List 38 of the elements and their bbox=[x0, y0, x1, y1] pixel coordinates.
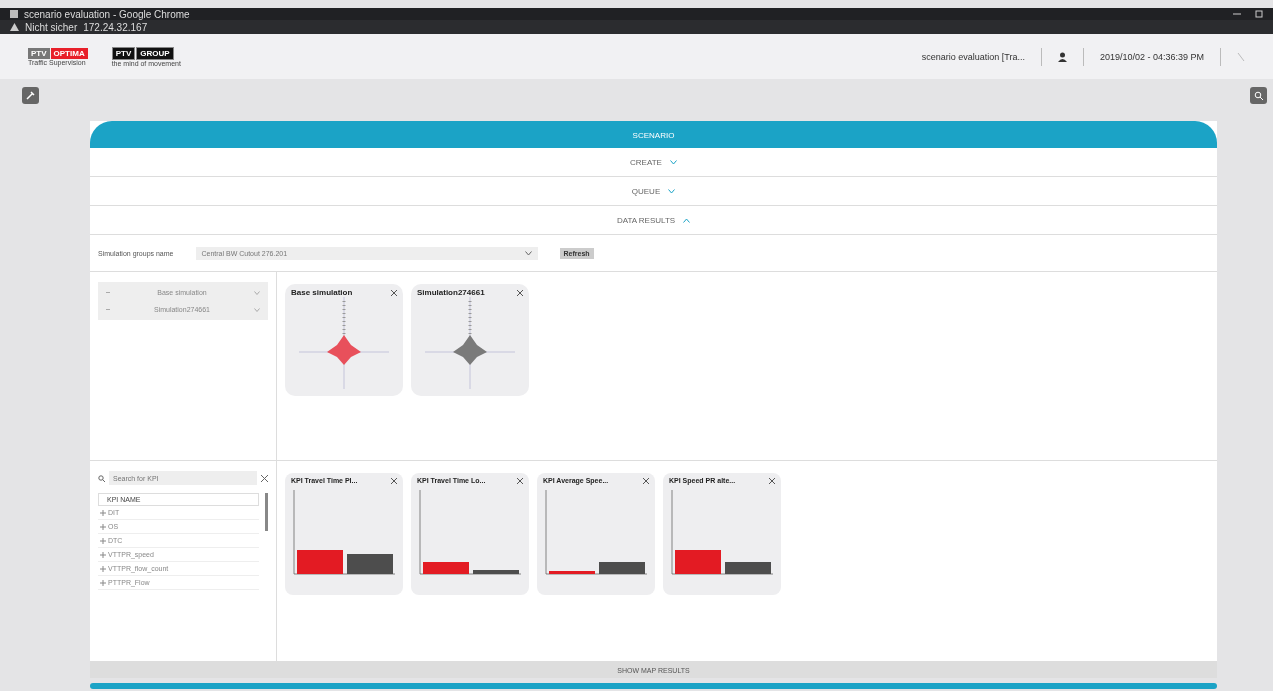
plus-icon[interactable] bbox=[100, 537, 106, 544]
plus-icon[interactable] bbox=[100, 509, 106, 516]
security-label[interactable]: Nicht sicher bbox=[25, 21, 78, 33]
company-logo: PTV OPTIMA bbox=[28, 47, 88, 59]
chevron-down-icon[interactable] bbox=[668, 188, 676, 194]
page-name: scenario evaluation [Tra... bbox=[921, 51, 1025, 62]
scrollbar[interactable] bbox=[265, 493, 268, 531]
warning-icon bbox=[10, 23, 19, 31]
wrench-button[interactable] bbox=[22, 87, 39, 104]
user-icon[interactable] bbox=[1057, 51, 1067, 62]
panel-header: SCENARIO bbox=[90, 121, 1217, 148]
chevron-down-icon[interactable] bbox=[524, 250, 532, 256]
plus-icon[interactable] bbox=[100, 551, 106, 558]
chevron-down-icon[interactable] bbox=[669, 159, 677, 165]
plus-icon[interactable] bbox=[100, 579, 106, 586]
company-logo: PTV GROUP bbox=[111, 46, 174, 60]
plus-icon[interactable] bbox=[100, 523, 106, 530]
card-title: Base simulation bbox=[291, 288, 353, 297]
minimize-icon[interactable] bbox=[1233, 10, 1241, 18]
zoom-button[interactable] bbox=[1250, 87, 1267, 104]
search-icon bbox=[98, 474, 105, 482]
close-icon[interactable] bbox=[769, 477, 775, 484]
window-title: scenario evaluation - Google Chrome bbox=[24, 8, 190, 20]
restore-icon[interactable] bbox=[1255, 10, 1263, 18]
date-time: 2019/10/02 - 04:36:39 PM bbox=[1099, 51, 1204, 62]
close-icon[interactable] bbox=[391, 289, 397, 296]
close-icon[interactable] bbox=[517, 289, 523, 296]
plus-icon[interactable] bbox=[100, 565, 106, 572]
close-icon[interactable] bbox=[391, 477, 397, 484]
chevron-up-icon[interactable] bbox=[683, 217, 691, 223]
search-icon[interactable] bbox=[1254, 91, 1263, 100]
clear-icon[interactable] bbox=[261, 474, 268, 482]
close-icon[interactable] bbox=[517, 477, 523, 484]
card-title: Simulation274661 bbox=[417, 288, 485, 297]
close-icon[interactable] bbox=[643, 477, 649, 484]
wrench-icon[interactable] bbox=[26, 91, 35, 100]
app-icon bbox=[10, 10, 18, 18]
url-text[interactable]: 172.24.32.167 bbox=[83, 21, 148, 33]
